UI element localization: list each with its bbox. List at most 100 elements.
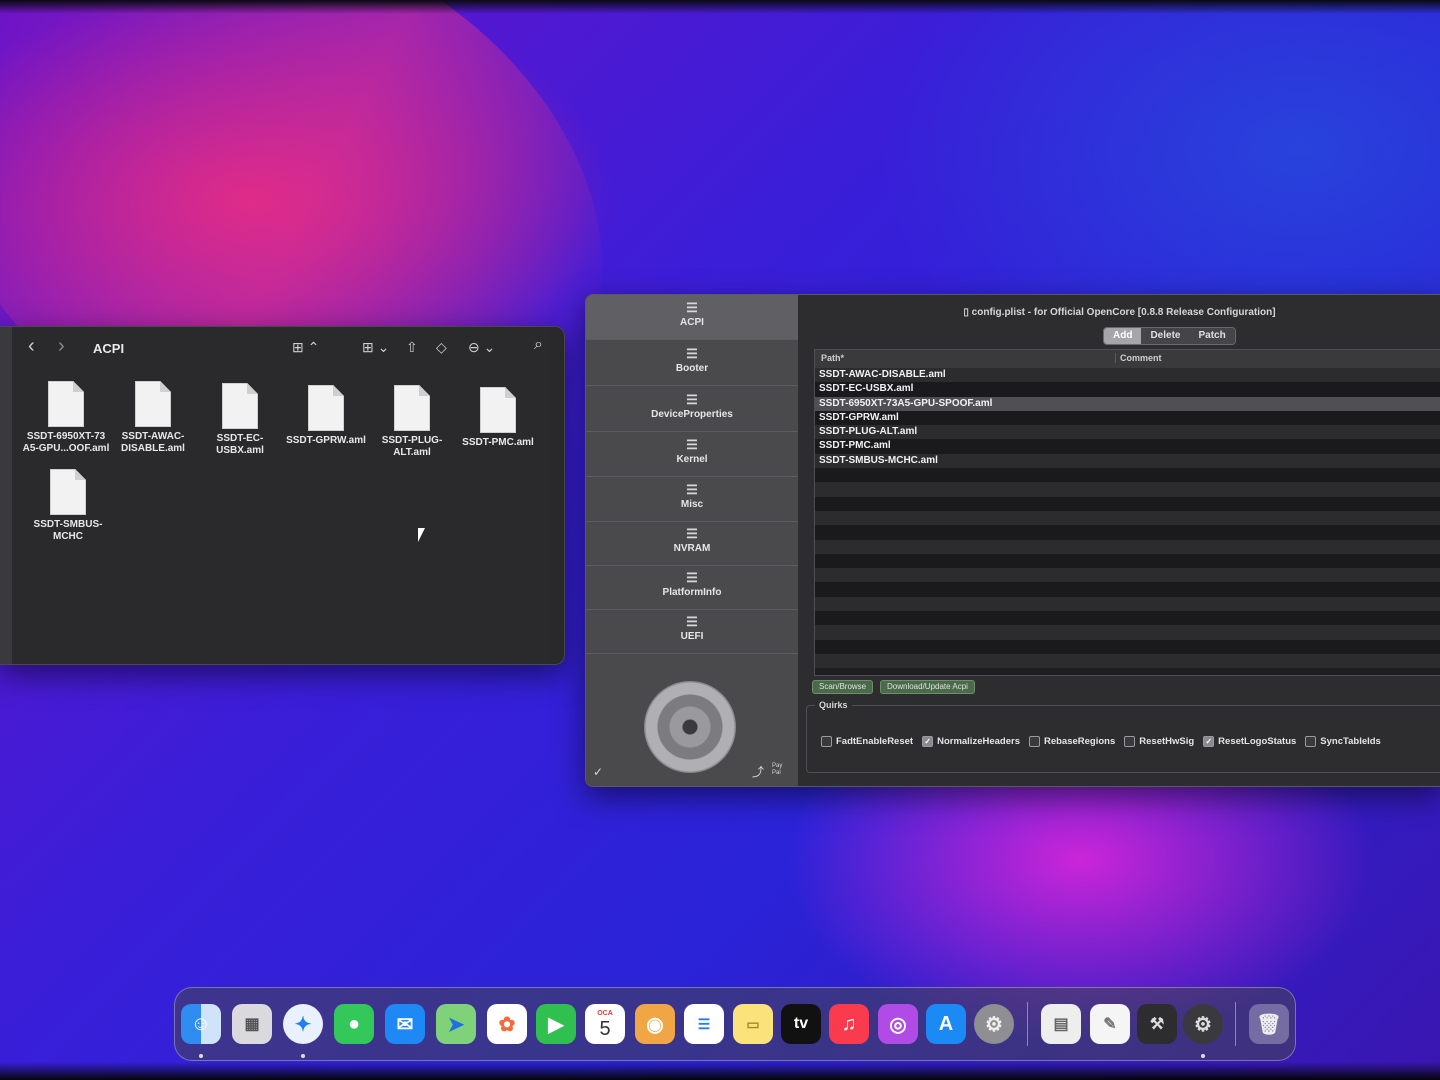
table-row-empty — [815, 482, 1440, 497]
file-item[interactable]: SSDT-GPRW.aml — [278, 385, 374, 447]
table-row[interactable]: SSDT-PLUG-ALT.aml — [815, 425, 1440, 440]
calendar-icon[interactable]: OCA 5 — [585, 1004, 625, 1044]
column-header-comment[interactable]: Comment — [1115, 353, 1162, 363]
search-icon[interactable]: ⌕ — [534, 336, 543, 354]
table-row[interactable]: SSDT-EC-USBX.aml — [815, 382, 1440, 397]
apple-tv-icon[interactable]: tv — [781, 1004, 821, 1044]
tag-icon[interactable]: ◇ — [436, 339, 447, 356]
checkbox[interactable] — [1028, 736, 1040, 747]
table-row-empty — [815, 510, 1440, 526]
checkbox[interactable]: ✓ — [922, 736, 934, 747]
opencore-logo-disc — [644, 681, 736, 773]
quirk-resethwsig[interactable]: ResetHwSig — [1124, 736, 1194, 747]
settings-gear-icon[interactable]: ⚙ — [1183, 1004, 1223, 1044]
facetime-icon[interactable]: ▶ — [536, 1004, 576, 1044]
mail-icon[interactable]: ✉ — [385, 1004, 425, 1044]
file-item[interactable]: SSDT-PLUG- ALT.aml — [364, 385, 460, 459]
share-icon[interactable]: ⤴ — [752, 763, 764, 780]
file-item[interactable]: SSDT-6950XT-73 A5-GPU...OOF.aml — [18, 381, 114, 455]
safari-icon[interactable]: ✦ — [283, 1004, 323, 1044]
photos-icon[interactable]: ✿ — [487, 1004, 527, 1044]
finder-icon[interactable]: ☺ — [181, 1004, 221, 1044]
nav-item-platforminfo[interactable]: ☰ PlatformInfo — [586, 565, 798, 610]
monitor-bezel-bottom — [0, 1062, 1440, 1080]
file-item[interactable]: SSDT-SMBUS- MCHC — [20, 469, 116, 543]
group-by-icon[interactable]: ⊞ ⌄ — [362, 339, 389, 356]
table-header: Path* Comment — [815, 350, 1440, 368]
file-item[interactable]: SSDT-PMC.aml — [450, 387, 546, 449]
table-row[interactable]: SSDT-PMC.aml — [815, 439, 1440, 454]
list-icon: ☰ — [686, 392, 698, 407]
acpi-segmented-control: Add Delete Patch — [1103, 327, 1236, 345]
quirk-synctableids[interactable]: SyncTableIds — [1305, 736, 1381, 747]
table-row[interactable]: SSDT-6950XT-73A5-GPU-SPOOF.aml — [815, 396, 1440, 411]
running-indicator — [1201, 1054, 1205, 1058]
trash-icon[interactable]: 🗑 — [1249, 1004, 1289, 1044]
list-icon: ☰ — [686, 526, 698, 541]
launchpad-icon[interactable]: ▦ — [232, 1004, 272, 1044]
nav-item-acpi[interactable]: ☰ ACPI — [586, 295, 798, 340]
messages-icon[interactable]: ● — [334, 1004, 374, 1044]
textedit-icon[interactable]: ✎ — [1090, 1004, 1130, 1044]
checkbox[interactable] — [1124, 736, 1136, 747]
contacts-icon[interactable]: ◉ — [635, 1004, 675, 1044]
occ-sidebar: ☰ ACPI ☰ Booter ☰ DeviceProperties ☰ Kernel … — [586, 295, 798, 786]
paypal-button[interactable]: Pay Pal — [772, 763, 786, 777]
checkbox[interactable]: ✓ — [1203, 736, 1215, 747]
reminders-icon[interactable]: ☰ — [684, 1004, 724, 1044]
nav-item-nvram[interactable]: ☰ NVRAM — [586, 521, 798, 566]
view-mode-icon[interactable]: ⊞ ⌃ — [292, 339, 319, 356]
quirk-resetlogostatus[interactable]: ✓ ResetLogoStatus — [1203, 736, 1296, 747]
notes-icon[interactable]: ▭ — [733, 1004, 773, 1044]
list-icon: ☰ — [686, 614, 698, 629]
table-row-empty — [815, 582, 1440, 597]
quirks-title: Quirks — [815, 700, 852, 710]
list-icon: ☰ — [686, 570, 698, 585]
opencore-configurator-icon[interactable]: ⚒ — [1137, 1004, 1177, 1044]
more-actions-icon[interactable]: ⊖ ⌄ — [468, 339, 495, 356]
tab-patch[interactable]: Patch — [1189, 328, 1235, 344]
nav-item-uefi[interactable]: ☰ UEFI — [586, 609, 798, 654]
finder-toolbar: ‹ › ACPI ⊞ ⌃ ⊞ ⌄ ⇧ ◇ ⊖ ⌄ ⌕ — [12, 327, 564, 371]
nav-item-booter[interactable]: ☰ Booter — [586, 341, 798, 386]
podcasts-icon[interactable]: ◎ — [878, 1004, 918, 1044]
table-row[interactable]: SSDT-GPRW.aml — [815, 410, 1440, 426]
finder-window: ‹ › ACPI ⊞ ⌃ ⊞ ⌄ ⇧ ◇ ⊖ ⌄ ⌕ SSDT-6950XT-7… — [0, 326, 565, 665]
quirks-checkboxes: FadtEnableReset ✓ NormalizeHeaders Rebase… — [821, 736, 1381, 747]
table-row[interactable]: SSDT-SMBUS-MCHC.aml — [815, 453, 1440, 469]
checkmark-circle-icon[interactable]: ✓ — [593, 765, 603, 779]
preview-app-icon[interactable]: ▤ — [1041, 1004, 1081, 1044]
file-grid: SSDT-6950XT-73 A5-GPU...OOF.aml SSDT-AWA… — [12, 381, 564, 664]
file-item[interactable]: SSDT-EC- USBX.aml — [192, 383, 288, 457]
download-update-acpi-button[interactable]: Download/Update Acpi — [880, 680, 975, 694]
music-icon[interactable]: ♫ — [829, 1004, 869, 1044]
quirk-fadtenablereset[interactable]: FadtEnableReset — [821, 736, 913, 747]
app-store-icon[interactable]: A — [926, 1004, 966, 1044]
occ-main-panel: ▯ config.plist - for Official OpenCore [… — [798, 295, 1440, 786]
nav-item-misc[interactable]: ☰ Misc — [586, 477, 798, 522]
system-settings-icon[interactable]: ⚙ — [974, 1004, 1014, 1044]
table-row[interactable]: SSDT-AWAC-DISABLE.aml — [815, 368, 1440, 383]
quirk-rebaseregions[interactable]: RebaseRegions — [1028, 736, 1115, 747]
forward-button[interactable]: › — [58, 335, 65, 358]
nav-item-deviceproperties[interactable]: ☰ DeviceProperties — [586, 387, 798, 432]
quirk-normalizeheaders[interactable]: ✓ NormalizeHeaders — [922, 736, 1020, 747]
tab-delete[interactable]: Delete — [1141, 328, 1190, 344]
checkbox[interactable] — [821, 736, 832, 747]
table-row-empty — [815, 539, 1440, 554]
tab-add[interactable]: Add — [1104, 328, 1142, 344]
file-item[interactable]: SSDT-AWAC- DISABLE.aml — [105, 381, 201, 455]
nav-item-kernel[interactable]: ☰ Kernel — [586, 432, 798, 477]
document-icon — [50, 469, 86, 515]
list-icon: ☰ — [686, 482, 698, 497]
scan-browse-button[interactable]: Scan/Browse — [812, 680, 874, 694]
table-row-empty — [815, 653, 1440, 669]
table-row-empty — [815, 525, 1440, 540]
back-button[interactable]: ‹ — [28, 335, 35, 358]
opencore-configurator-window: ☰ ACPI ☰ Booter ☰ DeviceProperties ☰ Kernel … — [585, 294, 1440, 787]
share-icon[interactable]: ⇧ — [406, 339, 418, 356]
checkbox[interactable] — [1305, 736, 1317, 747]
table-row-empty — [815, 596, 1440, 612]
column-header-path[interactable]: Path* — [821, 353, 844, 363]
maps-icon[interactable]: ➤ — [436, 1004, 476, 1044]
